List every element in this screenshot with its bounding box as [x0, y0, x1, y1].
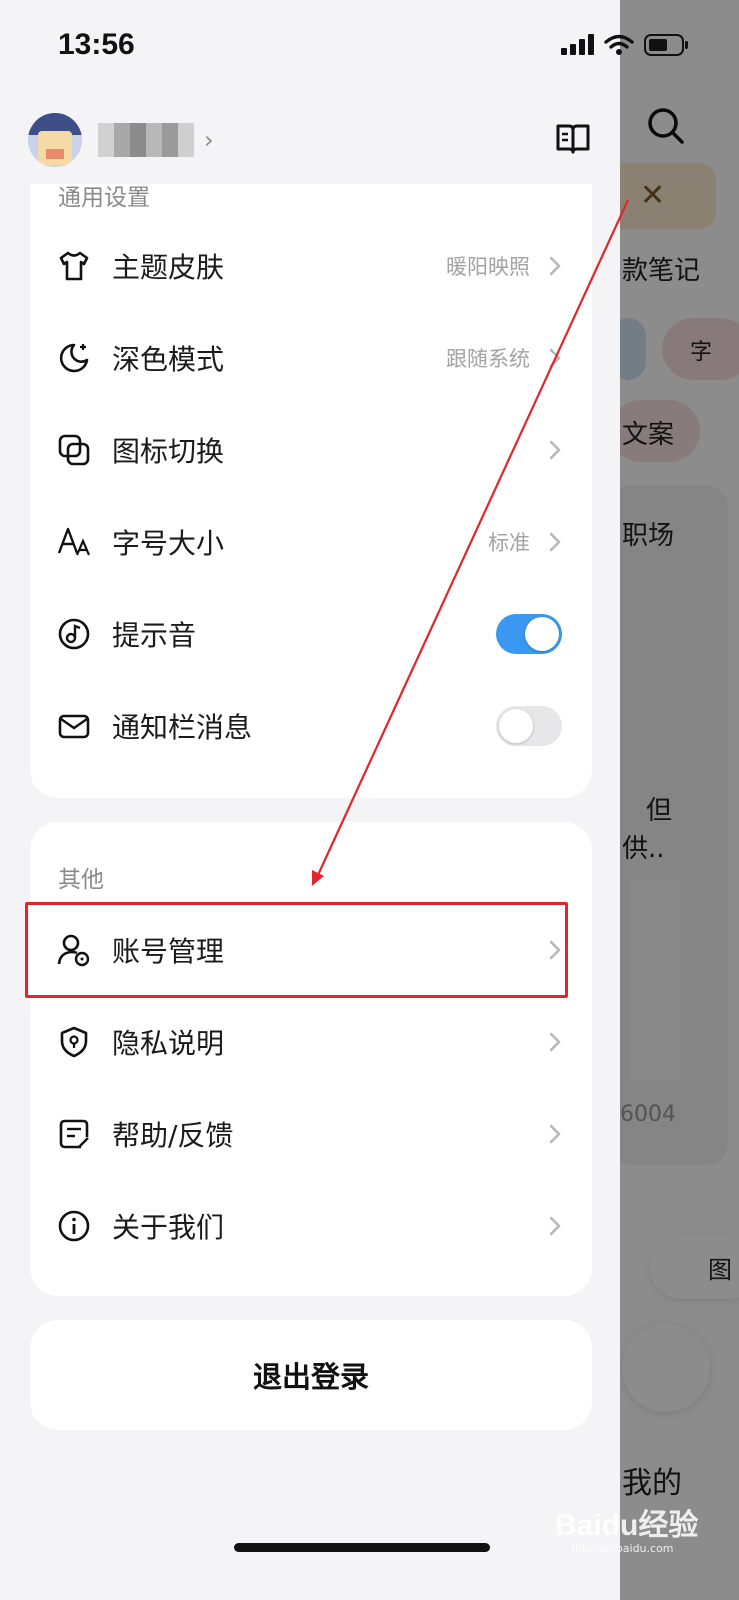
chevron-right-icon: ›	[204, 126, 214, 154]
sound-toggle[interactable]	[496, 614, 562, 654]
row-label: 字号大小	[112, 527, 225, 560]
status-time: 13:56	[58, 28, 135, 61]
username-blurred	[98, 123, 194, 157]
battery-icon	[644, 34, 688, 56]
row-label: 深色模式	[112, 343, 225, 376]
row-account[interactable]: 账号管理	[30, 904, 592, 996]
row-value: 跟随系统	[446, 347, 530, 371]
row-label: 提示音	[112, 619, 197, 652]
row-sound: 提示音	[30, 588, 592, 680]
watermark-url: jingyan.baidu.com	[572, 1542, 674, 1555]
row-value: 暖阳映照	[446, 255, 530, 279]
mail-icon	[56, 708, 92, 744]
profile-header[interactable]: ›	[28, 112, 214, 168]
dim-overlay[interactable]	[620, 0, 739, 1600]
notification-toggle[interactable]	[496, 706, 562, 746]
account-settings-icon	[56, 932, 92, 968]
row-value: 标准	[488, 531, 530, 555]
row-dark-mode[interactable]: 深色模式 跟随系统	[30, 312, 592, 404]
logout-button[interactable]: 退出登录	[30, 1320, 592, 1430]
row-label: 通知栏消息	[112, 711, 253, 744]
chevron-right-icon	[549, 1032, 561, 1052]
chevron-right-icon	[549, 1124, 561, 1144]
background-app: ✕ 款笔记 字 文案 职场 但 供.. 6004 图 我的	[620, 0, 739, 1600]
row-about[interactable]: 关于我们	[30, 1180, 592, 1272]
chevron-right-icon	[549, 532, 561, 552]
chevron-right-icon	[549, 348, 561, 368]
music-note-icon	[56, 616, 92, 652]
font-size-icon	[56, 524, 92, 560]
status-bar: 13:56	[0, 0, 739, 92]
info-icon	[56, 1208, 92, 1244]
row-theme[interactable]: 主题皮肤 暖阳映照	[30, 220, 592, 312]
wifi-icon	[604, 34, 634, 55]
row-label: 关于我们	[112, 1211, 225, 1244]
home-indicator	[234, 1543, 490, 1552]
watermark-logo: Baidu经验	[555, 1509, 699, 1542]
row-label: 主题皮肤	[112, 251, 225, 284]
settings-drawer: › 通用设置 主题皮肤 暖阳映照 深色模式 跟随系统 图标切换 字号大小 标准 …	[0, 0, 620, 1600]
avatar[interactable]	[28, 113, 82, 167]
other-settings-card: 其他 账号管理 隐私说明 帮助/反馈 关于我们	[30, 822, 592, 1296]
signal-icon	[561, 34, 594, 55]
chevron-right-icon	[549, 1216, 561, 1236]
section-title: 通用设置	[58, 185, 150, 211]
row-label: 隐私说明	[112, 1027, 225, 1060]
row-feedback[interactable]: 帮助/反馈	[30, 1088, 592, 1180]
chevron-right-icon	[549, 256, 561, 276]
general-settings-card: 通用设置 主题皮肤 暖阳映照 深色模式 跟随系统 图标切换 字号大小 标准 提示…	[30, 184, 592, 798]
feedback-icon	[56, 1116, 92, 1152]
row-label: 账号管理	[112, 935, 225, 968]
row-font-size[interactable]: 字号大小 标准	[30, 496, 592, 588]
privacy-shield-icon	[56, 1024, 92, 1060]
row-label: 图标切换	[112, 435, 225, 468]
tshirt-icon	[56, 248, 92, 284]
book-icon[interactable]	[554, 120, 592, 158]
chevron-right-icon	[549, 440, 561, 460]
icon-switch-icon	[56, 432, 92, 468]
moon-icon	[56, 340, 92, 376]
chevron-right-icon	[549, 940, 561, 960]
row-label: 帮助/反馈	[112, 1119, 234, 1152]
row-notification: 通知栏消息	[30, 680, 592, 772]
row-privacy[interactable]: 隐私说明	[30, 996, 592, 1088]
status-icons	[560, 33, 690, 57]
row-icon-switch[interactable]: 图标切换	[30, 404, 592, 496]
section-title: 其他	[58, 867, 104, 893]
